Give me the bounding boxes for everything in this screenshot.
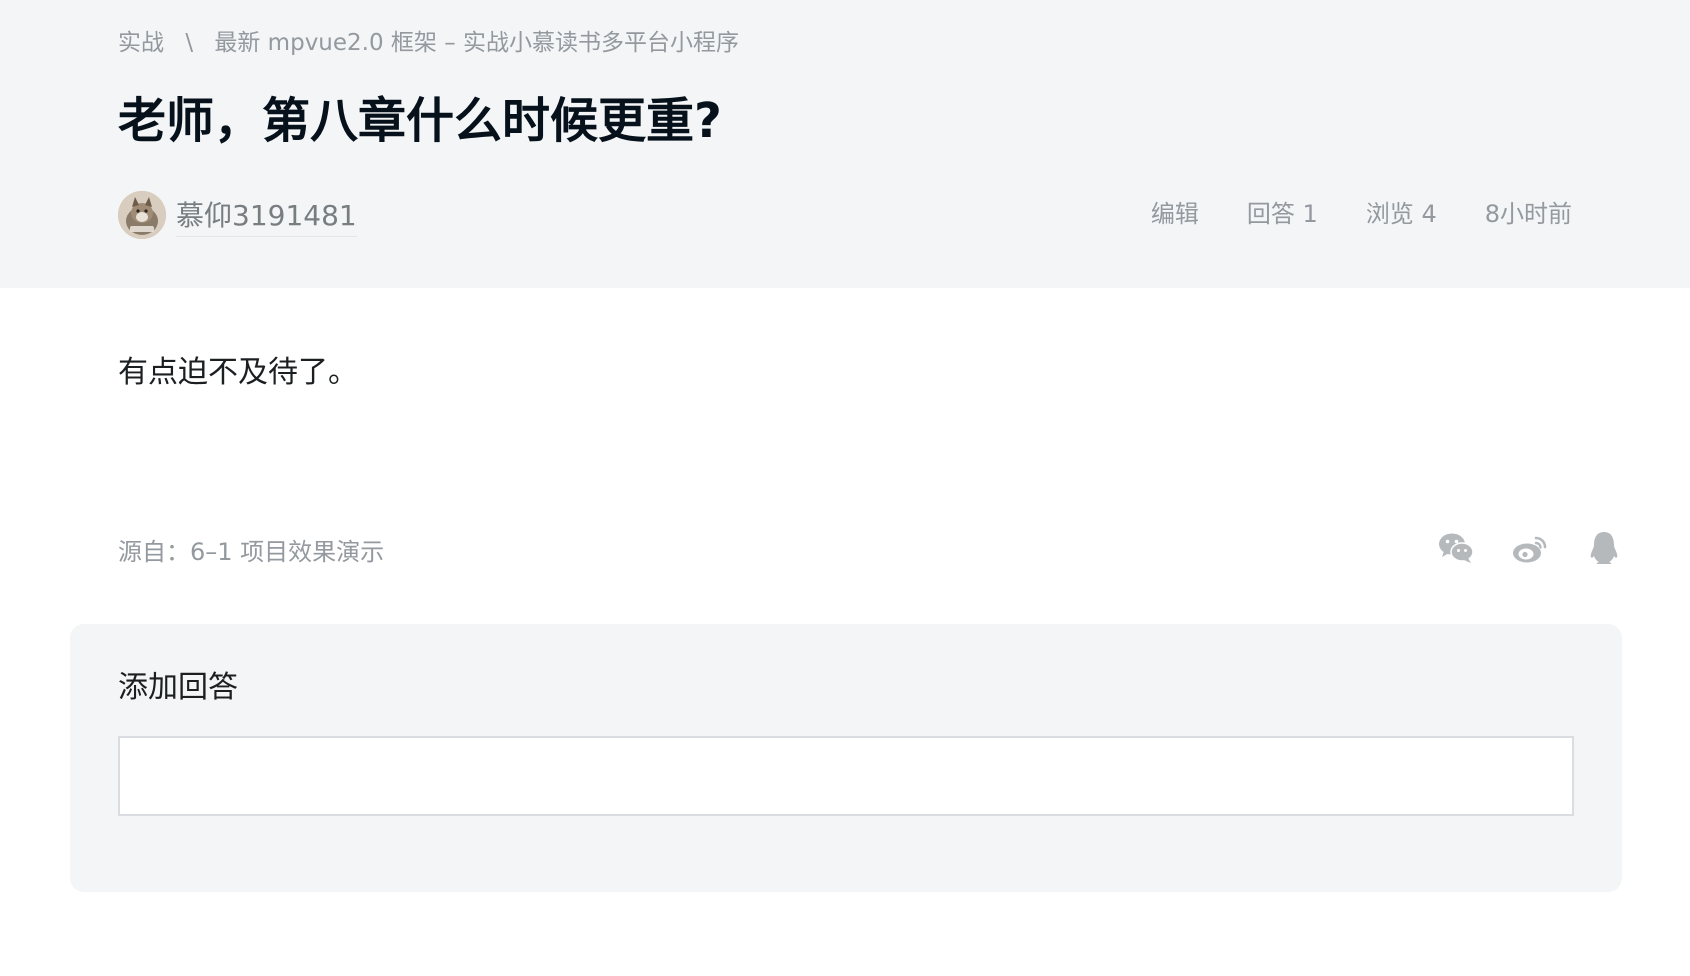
breadcrumb-category-link[interactable]: 实战 xyxy=(118,30,164,56)
breadcrumb-course-link[interactable]: 最新 mpvue2.0 框架 – 实战小慕读书多平台小程序 xyxy=(214,30,739,56)
add-answer-heading: 添加回答 xyxy=(118,670,238,705)
qq-icon[interactable] xyxy=(1586,530,1622,566)
source-lesson-link[interactable]: 6–1 项目效果演示 xyxy=(190,538,384,566)
question-header: 实战 \ 最新 mpvue2.0 框架 – 实战小慕读书多平台小程序 老师，第八… xyxy=(0,0,1690,288)
edit-button[interactable]: 编辑 xyxy=(1151,196,1199,232)
question-body: 有点迫不及待了。 xyxy=(118,355,358,390)
weibo-icon[interactable] xyxy=(1512,530,1548,566)
add-answer-panel: 添加回答 xyxy=(70,624,1622,892)
post-time: 8小时前 xyxy=(1484,200,1572,228)
share-bar xyxy=(1400,530,1622,566)
author-name[interactable]: 慕仰3191481 xyxy=(176,194,357,237)
source-info: 源自：6–1 项目效果演示 xyxy=(118,534,384,570)
answer-input[interactable] xyxy=(118,736,1574,816)
avatar[interactable] xyxy=(118,191,166,239)
source-label: 源自： xyxy=(118,538,190,566)
wechat-icon[interactable] xyxy=(1438,530,1474,566)
page-title: 老师，第八章什么时候更重? xyxy=(118,93,722,149)
breadcrumb: 实战 \ 最新 mpvue2.0 框架 – 实战小慕读书多平台小程序 xyxy=(118,26,739,60)
question-meta: 编辑 回答 1 浏览 4 8小时前 xyxy=(1103,196,1572,232)
breadcrumb-separator: \ xyxy=(185,30,194,56)
view-count: 浏览 4 xyxy=(1365,200,1437,228)
answer-count: 回答 1 xyxy=(1246,200,1318,228)
author-link[interactable]: 慕仰3191481 xyxy=(118,190,357,240)
